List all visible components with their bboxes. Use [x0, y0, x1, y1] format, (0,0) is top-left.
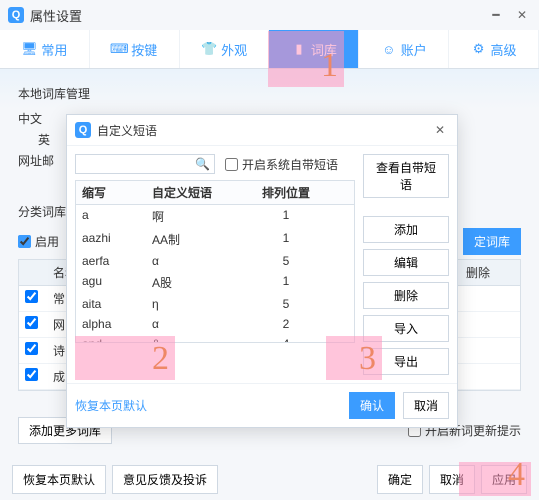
cancel-button[interactable]: 取消: [429, 465, 475, 494]
footer: 恢复本页默认 意见反馈及投诉 确定 取消 应用: [0, 465, 539, 494]
phrase-table-body[interactable]: a啊1aazhiAA制1aerfaα5aguA股1aitaη5alphaα2an…: [75, 205, 355, 343]
section-local-lexicon: 本地词库管理: [18, 85, 521, 102]
key-icon: ⌨: [111, 41, 127, 57]
export-phrase-button[interactable]: 导出: [363, 348, 449, 375]
tab-appearance[interactable]: 👕外观: [180, 30, 270, 68]
search-icon[interactable]: 🔍: [195, 157, 210, 171]
book-icon: ▮: [291, 41, 307, 57]
app-logo: Q: [8, 7, 24, 23]
tab-advanced[interactable]: ⚙高级: [449, 30, 539, 68]
add-phrase-button[interactable]: 添加: [363, 216, 449, 243]
user-icon: ☺: [381, 41, 397, 57]
close-button[interactable]: ✕: [513, 6, 531, 24]
monitor-icon: 🖥: [21, 41, 37, 57]
tab-common[interactable]: 🖥常用: [0, 30, 90, 68]
tab-account[interactable]: ☺账户: [359, 30, 449, 68]
dialog-title: 自定义短语: [97, 122, 431, 139]
titlebar: Q 属性设置 ━ ✕: [0, 0, 539, 30]
dialog-footer: 恢复本页默认 确认 取消: [67, 383, 457, 427]
ok-button[interactable]: 确定: [377, 465, 423, 494]
tab-bar: 🖥常用 ⌨按键 👕外观 ▮词库 ☺账户 ⚙高级: [0, 30, 539, 69]
phrase-row[interactable]: alphaα2: [76, 314, 354, 334]
phrase-row[interactable]: a啊1: [76, 205, 354, 228]
window-controls: ━ ✕: [487, 6, 531, 24]
dialog-close-button[interactable]: ✕: [431, 121, 449, 139]
restore-defaults-button[interactable]: 恢复本页默认: [12, 465, 106, 494]
dialog-restore-defaults[interactable]: 恢复本页默认: [75, 397, 147, 414]
tab-keys[interactable]: ⌨按键: [90, 30, 180, 68]
enable-system-phrase-checkbox[interactable]: 开启系统自带短语: [225, 156, 338, 173]
phrase-table-header: 缩写 自定义短语 排列位置: [75, 180, 355, 205]
enable-checkbox[interactable]: 启用: [18, 233, 59, 250]
view-system-phrase-button[interactable]: 查看自带短语: [363, 154, 449, 198]
minimize-button[interactable]: ━: [487, 6, 505, 24]
shirt-icon: 👕: [201, 41, 217, 57]
phrase-row[interactable]: aerfaα5: [76, 251, 354, 271]
phrase-row[interactable]: aitaη5: [76, 294, 354, 314]
edit-phrase-button[interactable]: 编辑: [363, 249, 449, 276]
phrase-row[interactable]: and&4: [76, 334, 354, 343]
feedback-button[interactable]: 意见反馈及投诉: [112, 465, 218, 494]
dialog-titlebar: Q 自定义短语 ✕: [67, 115, 457, 146]
gear-icon: ⚙: [471, 41, 487, 57]
tab-lexicon[interactable]: ▮词库: [269, 30, 359, 68]
phrase-row[interactable]: aguA股1: [76, 271, 354, 294]
phrase-row[interactable]: aazhiAA制1: [76, 228, 354, 251]
delete-phrase-button[interactable]: 删除: [363, 282, 449, 309]
set-lexicon-button[interactable]: 定词库: [463, 228, 521, 255]
search-input[interactable]: [80, 157, 195, 171]
search-box[interactable]: 🔍: [75, 154, 215, 174]
apply-button[interactable]: 应用: [481, 465, 527, 494]
dialog-ok-button[interactable]: 确认: [349, 392, 395, 419]
dialog-cancel-button[interactable]: 取消: [403, 392, 449, 419]
custom-phrase-dialog: Q 自定义短语 ✕ 🔍 开启系统自带短语 缩写 自定义短语 排列位置 a啊1aa…: [66, 114, 458, 428]
window-title: 属性设置: [30, 6, 487, 25]
app-logo: Q: [75, 122, 91, 138]
import-phrase-button[interactable]: 导入: [363, 315, 449, 342]
